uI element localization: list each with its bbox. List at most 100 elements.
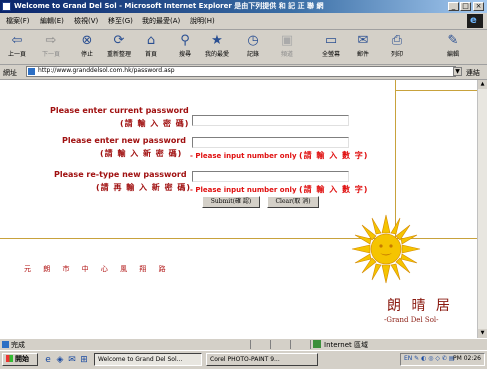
fullscreen-label: 全螢幕 <box>321 51 340 58</box>
stop-icon: ⊗ <box>81 33 93 48</box>
channel-quicklaunch-icon[interactable]: ⊞ <box>79 355 89 365</box>
search-label: 搜尋 <box>178 51 191 58</box>
windows-flag-icon <box>6 355 13 362</box>
fullscreen-icon: ▭ <box>324 33 338 48</box>
fullscreen-button[interactable]: ▭ 全螢幕 <box>316 32 346 62</box>
retype-password-note-zh: (請 輸 入 數 字) <box>298 185 369 194</box>
favorites-icon: ★ <box>211 33 223 48</box>
new-password-note-en: Please input number only <box>195 152 297 160</box>
forward-arrow-icon: ⇨ <box>45 33 57 48</box>
search-button[interactable]: ⚲ 搜尋 <box>170 32 200 62</box>
search-icon: ⚲ <box>180 33 190 48</box>
ie-page-icon[interactable] <box>2 2 11 11</box>
address-dropdown-button[interactable]: ▼ <box>453 67 462 76</box>
start-label: 開始 <box>15 355 29 363</box>
address-url[interactable]: http://www.granddelsol.com.hk/password.a… <box>38 67 175 74</box>
back-label: 上一頁 <box>7 51 26 58</box>
menu-file[interactable]: 檔案(F) <box>6 16 30 26</box>
scroll-up-arrow-icon[interactable]: ▲ <box>478 80 487 89</box>
task-ie-window[interactable]: Welcome to Grand Del Sol... <box>94 353 202 366</box>
edit-icon: ✎ <box>447 33 459 48</box>
forward-label: 下一頁 <box>41 51 60 58</box>
menu-bar: 檔案(F) 編輯(E) 檢視(V) 移至(G) 我的最愛(A) 說明(H) <box>0 13 487 30</box>
current-password-label: Please enter current password <box>50 106 189 115</box>
scroll-down-arrow-icon[interactable]: ▼ <box>478 329 487 338</box>
ie-throbber-icon: e <box>467 14 483 28</box>
brand-name-en: -Grand Del Sol- <box>384 316 439 324</box>
menu-help[interactable]: 說明(H) <box>190 16 215 26</box>
brand-name-zh: 朗 晴 居 <box>387 298 453 314</box>
status-bar: 完成 Internet 區域 <box>0 338 487 350</box>
task-corel-photopaint[interactable]: Corel PHOTO-PAINT 9... <box>206 353 318 366</box>
start-button[interactable]: 開始 <box>2 353 38 366</box>
retype-password-note: - Please input number only (請 輸 入 數 字) <box>190 184 368 195</box>
close-button[interactable]: × <box>473 2 484 11</box>
system-tray: EN ✎ ◐ ◎ ◇ ✆ ▤ PM 02:26 <box>400 353 485 366</box>
links-button[interactable]: 連結 <box>466 68 480 78</box>
clear-button[interactable]: Clear(取 消) <box>267 196 319 208</box>
edit-label: 編輯 <box>446 51 459 58</box>
page-content: Please enter current password (請 輸 入 密 碼… <box>0 80 477 338</box>
menu-go[interactable]: 移至(G) <box>108 16 133 26</box>
retype-password-input[interactable] <box>192 171 349 182</box>
channels-label: 頻道 <box>280 51 293 58</box>
taskbar: 開始 e ◈ ✉ ⊞ Welcome to Grand Del Sol... C… <box>0 350 487 369</box>
address-input[interactable]: http://www.granddelsol.com.hk/password.a… <box>26 66 456 77</box>
window-title: Welcome to Grand Del Sol - Microsoft Int… <box>14 2 324 10</box>
channels-icon: ▣ <box>280 33 294 48</box>
address-label: 網址 <box>3 69 17 77</box>
favorites-button[interactable]: ★ 我的最愛 <box>202 32 232 62</box>
mail-quicklaunch-icon[interactable]: ✉ <box>67 355 77 365</box>
history-button[interactable]: ◷ 記錄 <box>238 32 268 62</box>
internet-zone-icon <box>313 340 321 348</box>
refresh-label: 重新整理 <box>106 51 131 58</box>
history-label: 記錄 <box>246 51 259 58</box>
edit-button[interactable]: ✎ 編輯 <box>438 32 468 62</box>
home-button[interactable]: ⌂ 首頁 <box>136 32 166 62</box>
retype-password-label-zh: (請 再 輸 入 新 密 碼) <box>96 183 192 192</box>
address-bar: 網址 http://www.granddelsol.com.hk/passwor… <box>0 65 487 80</box>
maximize-button[interactable]: □ <box>460 2 471 11</box>
channels-button[interactable]: ▣ 頻道 <box>272 32 302 62</box>
note-dash: - <box>190 152 193 160</box>
stop-button[interactable]: ⊗ 停止 <box>72 32 102 62</box>
new-password-note: - Please input number only (請 輸 入 數 字) <box>190 150 368 161</box>
page-done-icon <box>2 341 9 348</box>
print-button[interactable]: ⎙ 列印 <box>382 32 412 62</box>
page-icon <box>28 68 35 75</box>
submit-button[interactable]: Submit(確 認) <box>202 196 260 208</box>
refresh-button[interactable]: ⟳ 重新整理 <box>104 32 134 62</box>
menu-view[interactable]: 檢視(V) <box>74 16 98 26</box>
minimize-button[interactable]: _ <box>448 2 459 11</box>
status-divider <box>310 340 311 349</box>
status-divider <box>250 340 251 349</box>
mail-button[interactable]: ✉ 郵件 <box>348 32 378 62</box>
current-password-label-zh: (請 輸 入 密 碼) <box>120 119 190 128</box>
ie-quicklaunch-icon[interactable]: e <box>43 355 53 365</box>
current-password-input[interactable] <box>192 115 349 126</box>
note-dash: - <box>190 186 193 194</box>
back-arrow-icon: ⇦ <box>11 33 23 48</box>
back-button[interactable]: ⇦ 上一頁 <box>2 32 32 62</box>
clock[interactable]: PM 02:26 <box>453 355 481 362</box>
tray-icons[interactable]: EN ✎ ◐ ◎ ◇ ✆ ▤ <box>404 355 455 362</box>
desktop-quicklaunch-icon[interactable]: ◈ <box>55 355 65 365</box>
retype-password-label: Please re-type new password <box>54 170 187 179</box>
stop-label: 停止 <box>80 51 93 58</box>
menu-favorites[interactable]: 我的最愛(A) <box>142 16 180 26</box>
favorites-label: 我的最愛 <box>204 51 229 58</box>
top-right-divider <box>395 90 477 91</box>
security-zone-text: Internet 區域 <box>324 341 369 349</box>
forward-button[interactable]: ⇨ 下一頁 <box>36 32 66 62</box>
mail-icon: ✉ <box>357 33 369 48</box>
new-password-input[interactable] <box>192 137 349 148</box>
status-text: 完成 <box>11 341 25 349</box>
mail-label: 郵件 <box>356 51 369 58</box>
retype-password-note-en: Please input number only <box>195 186 297 194</box>
refresh-icon: ⟳ <box>113 33 125 48</box>
home-icon: ⌂ <box>146 33 156 48</box>
title-bar: Welcome to Grand Del Sol - Microsoft Int… <box>0 0 487 13</box>
print-label: 列印 <box>390 51 403 58</box>
menu-edit[interactable]: 編輯(E) <box>40 16 64 26</box>
vertical-scrollbar[interactable]: ▲ ▼ <box>477 80 487 338</box>
